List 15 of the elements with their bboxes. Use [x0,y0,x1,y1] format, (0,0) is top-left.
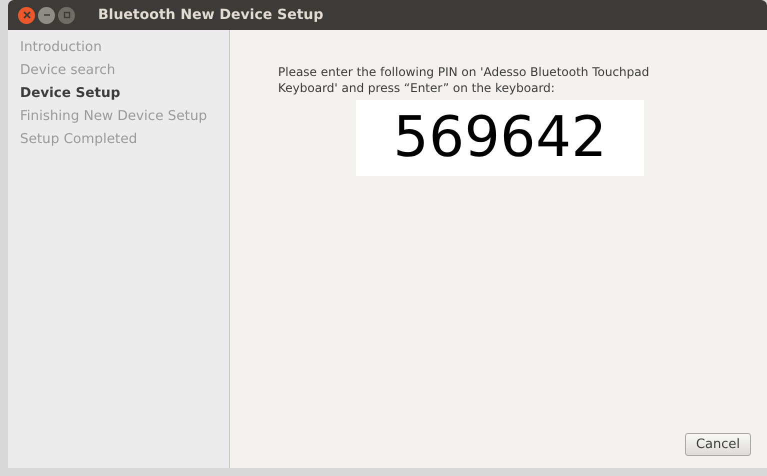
minimize-button[interactable] [38,6,55,24]
close-button[interactable] [18,6,35,24]
minimize-icon [42,11,50,19]
instruction-text: Please enter the following PIN on 'Adesso Bluetooth Touchpad Keyboard' and press “Enter” on the keyboard: [278,64,650,96]
sidebar-step: Device search [20,61,229,80]
window-title: Bluetooth New Device Setup [98,6,324,24]
pin-display: 569642 [356,100,644,176]
sidebar-step: Setup Completed [20,130,229,149]
close-icon [22,11,30,19]
maximize-button[interactable] [58,6,75,24]
maximize-icon [62,11,70,19]
cancel-button[interactable]: Cancel [684,433,751,456]
sidebar-step: Device Setup [20,84,229,103]
sidebar-step: Finishing New Device Setup [20,107,229,126]
sidebar-step: Introduction [20,38,229,57]
